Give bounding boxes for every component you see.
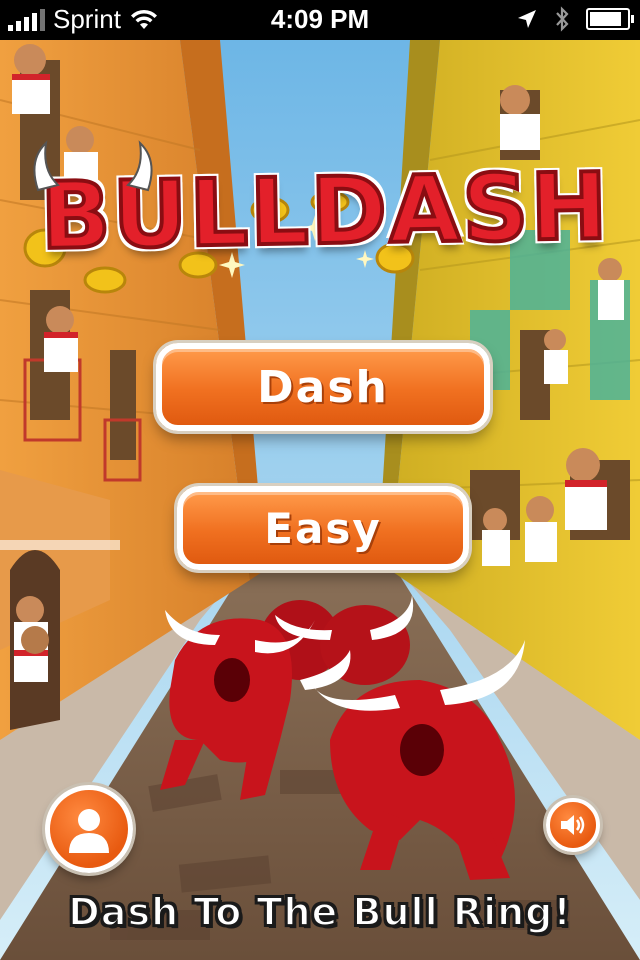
bluetooth-icon	[556, 6, 569, 32]
easy-button[interactable]: Easy	[177, 486, 469, 570]
speaker-icon	[561, 815, 585, 835]
location-arrow-icon	[518, 10, 536, 28]
game-scene: BULLDASH Dash Easy Dash To The Bull Ring…	[0, 40, 640, 960]
dash-button[interactable]: Dash	[156, 343, 490, 431]
tagline: Dash To The Bull Ring!	[67, 889, 572, 935]
status-right	[516, 6, 634, 32]
battery-icon	[586, 8, 634, 30]
battery-level	[590, 12, 621, 26]
status-bar: Sprint 4:09 PM	[0, 0, 640, 40]
person-icon	[69, 809, 109, 853]
logo-horns-icon	[33, 140, 153, 192]
profile-button[interactable]	[45, 785, 133, 873]
sound-button[interactable]	[546, 798, 600, 852]
